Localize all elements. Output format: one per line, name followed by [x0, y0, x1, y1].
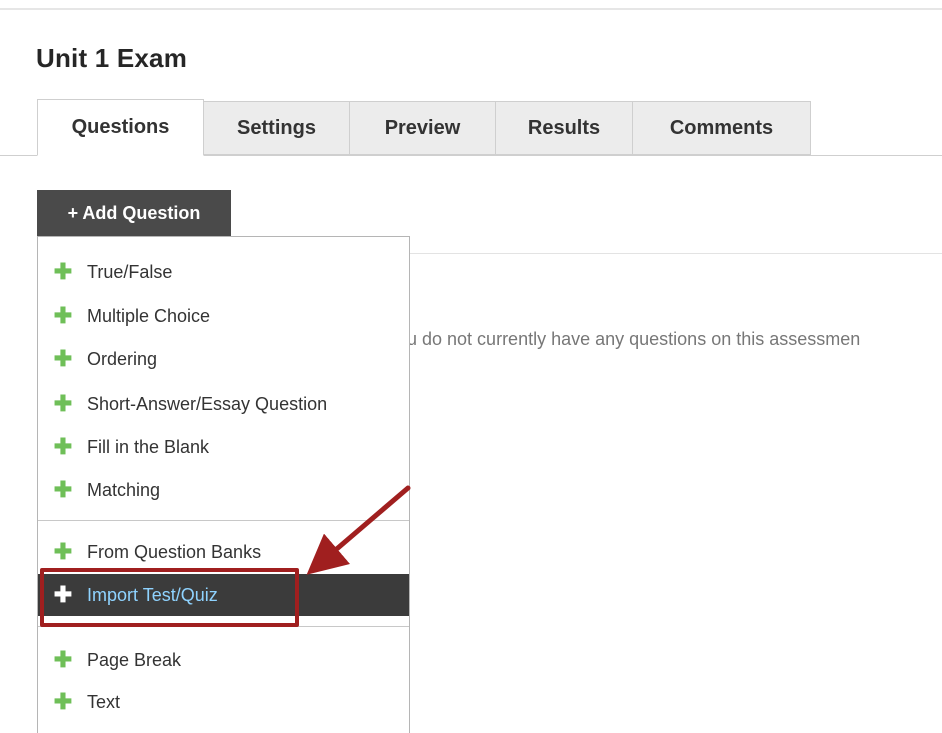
- content-divider: [410, 253, 942, 254]
- menu-item-label: From Question Banks: [87, 541, 262, 562]
- menu-item-fill-in-the-blank[interactable]: ✚ Fill in the Blank: [38, 426, 409, 468]
- plus-icon: ✚: [53, 391, 73, 416]
- menu-item-label: Short-Answer/Essay Question: [87, 393, 328, 414]
- menu-item-short-answer-essay[interactable]: ✚ Short-Answer/Essay Question: [38, 383, 409, 425]
- plus-icon: ✚: [53, 303, 73, 328]
- menu-item-import-test-quiz[interactable]: ✚ Import Test/Quiz: [38, 574, 409, 616]
- plus-icon: ✚: [53, 346, 73, 371]
- menu-item-label: Multiple Choice: [87, 305, 211, 326]
- menu-item-label: Ordering: [87, 348, 158, 369]
- tab-preview[interactable]: Preview: [350, 101, 496, 155]
- menu-item-page-break[interactable]: ✚ Page Break: [38, 639, 409, 681]
- plus-icon: ✚: [53, 689, 73, 714]
- page-title: Unit 1 Exam: [36, 43, 188, 73]
- menu-item-text[interactable]: ✚ Text: [38, 681, 409, 723]
- menu-separator: [38, 626, 409, 627]
- plus-icon: ✚: [53, 259, 73, 284]
- menu-item-label: Page Break: [87, 649, 182, 670]
- menu-item-true-false[interactable]: ✚ True/False: [38, 251, 409, 293]
- tab-bar: Questions Settings Preview Results Comme…: [0, 99, 942, 156]
- menu-item-multiple-choice[interactable]: ✚ Multiple Choice: [38, 295, 409, 337]
- menu-item-label: Matching: [87, 479, 161, 500]
- add-question-menu: ✚ True/False ✚ Multiple Choice ✚ Orderin…: [37, 236, 410, 733]
- empty-questions-message: u do not currently have any questions on…: [407, 329, 861, 349]
- menu-item-label: True/False: [87, 261, 173, 282]
- plus-icon: ✚: [53, 477, 73, 502]
- menu-separator: [38, 520, 409, 521]
- menu-item-matching[interactable]: ✚ Matching: [38, 469, 409, 511]
- tab-comments[interactable]: Comments: [633, 101, 811, 155]
- plus-icon: ✚: [53, 539, 73, 564]
- tab-settings[interactable]: Settings: [204, 101, 350, 155]
- tab-questions[interactable]: Questions: [37, 99, 204, 156]
- menu-item-label: Import Test/Quiz: [87, 584, 218, 605]
- menu-item-ordering[interactable]: ✚ Ordering: [38, 338, 409, 380]
- plus-icon: ✚: [53, 647, 73, 672]
- add-question-button[interactable]: + Add Question: [37, 190, 231, 236]
- menu-item-from-question-banks[interactable]: ✚ From Question Banks: [38, 531, 409, 573]
- top-rule: [0, 8, 942, 10]
- menu-item-label: Fill in the Blank: [87, 436, 210, 457]
- tab-results[interactable]: Results: [496, 101, 633, 155]
- menu-item-label: Text: [87, 691, 121, 712]
- plus-icon: ✚: [53, 434, 73, 459]
- plus-icon: ✚: [53, 582, 73, 607]
